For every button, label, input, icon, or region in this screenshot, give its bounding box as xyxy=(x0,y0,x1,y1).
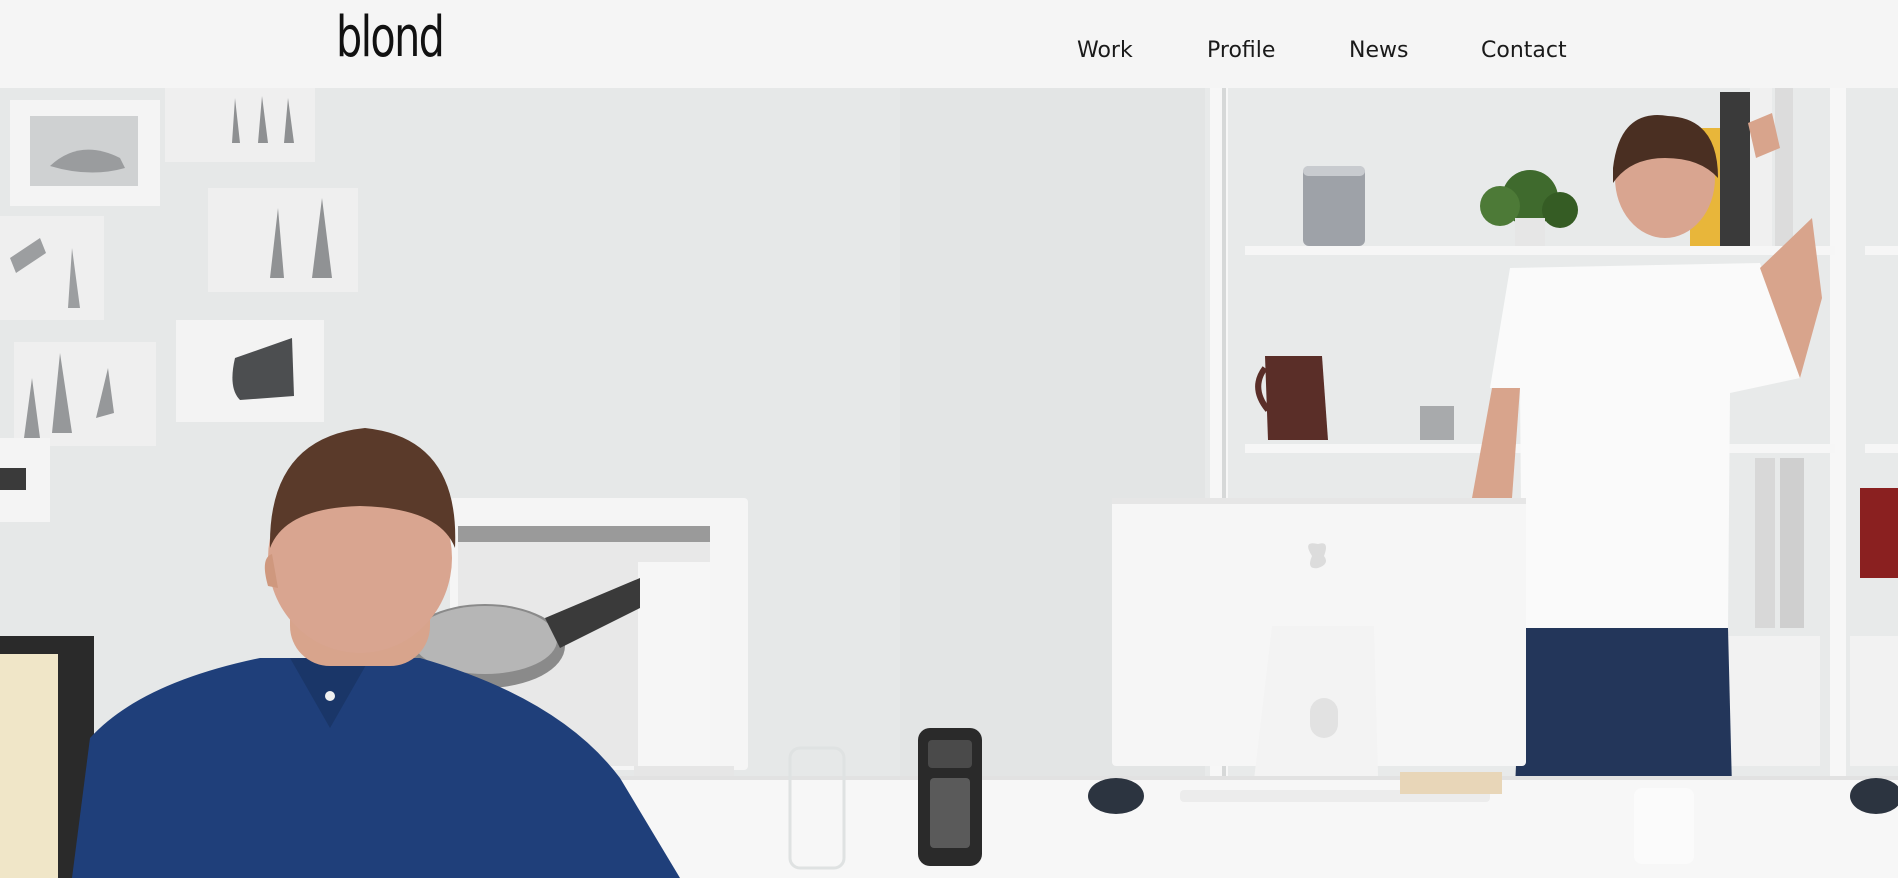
brand-logo[interactable]: blond xyxy=(336,6,445,70)
nav-item-profile[interactable]: Profile xyxy=(1207,36,1275,66)
hero-office-scene xyxy=(0,88,1898,878)
nav-item-news[interactable]: News xyxy=(1349,36,1408,66)
desk-phone xyxy=(918,728,982,866)
nav-item-contact[interactable]: Contact xyxy=(1481,36,1567,66)
site-header: blond Work Profile News Contact xyxy=(0,0,1898,88)
hero-image xyxy=(0,88,1898,878)
nav-item-work[interactable]: Work xyxy=(1077,36,1133,66)
